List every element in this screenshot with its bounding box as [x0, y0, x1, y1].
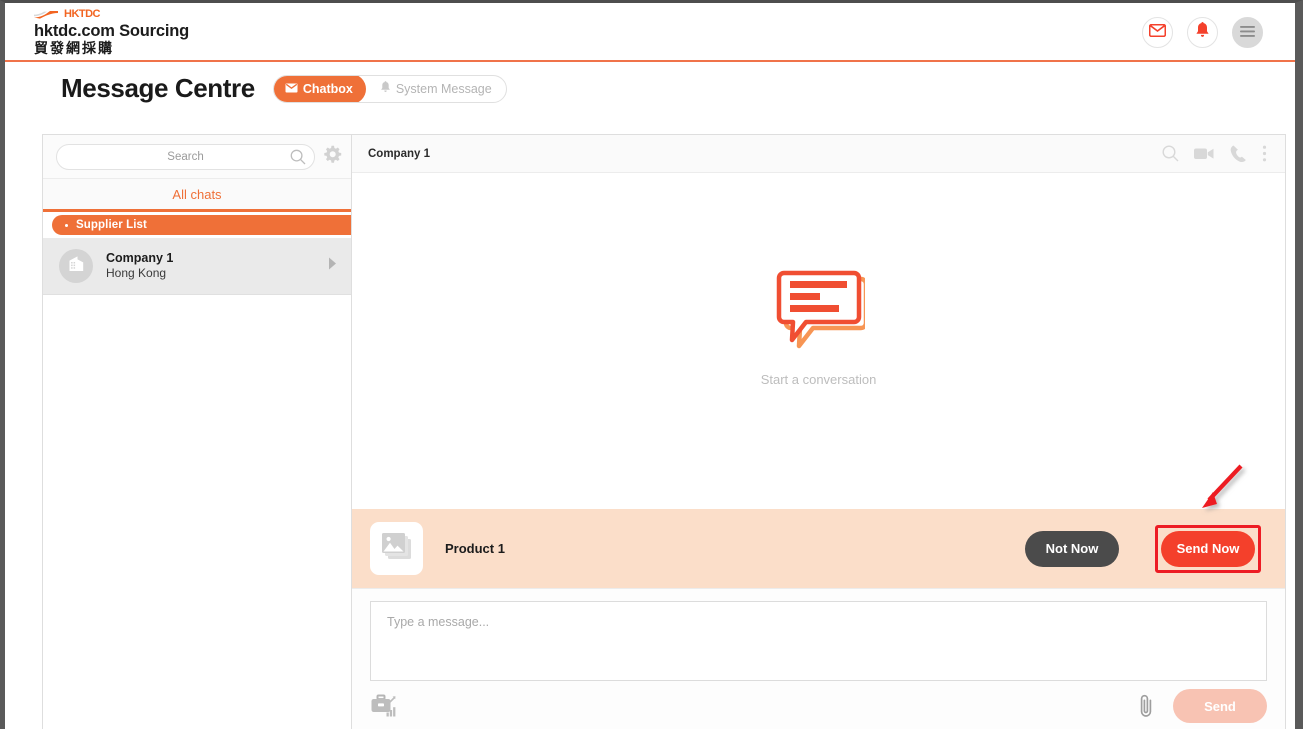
tab-chatbox-label: Chatbox	[302, 81, 353, 96]
image-stack-icon	[380, 530, 414, 567]
chat-list: Company 1 Hong Kong	[43, 238, 351, 729]
list-item[interactable]: Company 1 Hong Kong	[43, 238, 351, 295]
hktdc-logo: HKTDC	[34, 8, 189, 20]
bell-icon	[380, 81, 391, 96]
send-now-button[interactable]: Send Now	[1161, 530, 1255, 567]
message-type-toggle: Chatbox System Message	[272, 74, 507, 103]
conversation-body: Start a conversation	[352, 173, 1285, 509]
gear-icon[interactable]	[323, 145, 342, 169]
search-icon[interactable]	[1162, 145, 1179, 162]
message-composer: Type a message... Send	[352, 588, 1285, 729]
building-icon	[67, 255, 86, 277]
composer-toolbar: Send	[370, 681, 1267, 729]
envelope-icon	[285, 82, 298, 96]
menu-icon	[1240, 24, 1255, 42]
avatar	[59, 249, 93, 283]
product-thumbnail	[370, 522, 423, 575]
send-button[interactable]: Send	[1173, 689, 1267, 723]
all-chats-label: All chats	[172, 186, 222, 202]
video-camera-icon[interactable]	[1194, 147, 1215, 160]
tab-system-message-label: System Message	[395, 81, 492, 96]
conversation-actions	[1162, 145, 1267, 163]
mail-button[interactable]	[1142, 17, 1173, 48]
chat-company-name: Company 1	[106, 250, 174, 265]
message-input[interactable]: Type a message...	[370, 601, 1267, 681]
conversation-header: Company 1	[352, 135, 1285, 173]
supplier-list-label: Supplier List	[76, 219, 147, 231]
search-box[interactable]	[56, 143, 315, 170]
message-centre-frame: All chats Supplier List	[42, 134, 1286, 729]
bell-icon	[1195, 21, 1210, 44]
conversation-panel: Company 1 Start a conversation Product 1…	[352, 135, 1285, 729]
more-vertical-icon[interactable]	[1262, 145, 1267, 162]
send-now-highlight: Send Now	[1155, 524, 1261, 573]
brand-name: hktdc.com Sourcing	[34, 22, 190, 40]
composer-right-tools: Send	[1138, 689, 1267, 723]
phone-icon[interactable]	[1230, 145, 1247, 163]
page-title: Message Centre	[61, 73, 255, 103]
site-header: HKTDC hktdc.com Sourcing 貿發網採購	[5, 3, 1295, 62]
chat-bubble-icon	[773, 270, 868, 359]
briefcase-chart-icon[interactable]	[370, 693, 398, 719]
app-window: HKTDC hktdc.com Sourcing 貿發網採購 Message C…	[0, 0, 1303, 729]
page-title-row: Message Centre Chatbox System Message	[5, 73, 507, 104]
supplier-list-group[interactable]: Supplier List	[52, 215, 351, 235]
header-actions	[1142, 17, 1263, 48]
hktdc-swoosh-icon	[34, 10, 60, 19]
brand-logo[interactable]: HKTDC hktdc.com Sourcing 貿發網採購	[34, 8, 189, 57]
tab-chatbox[interactable]: Chatbox	[273, 75, 366, 102]
sidebar-tab-all-chats[interactable]: All chats	[43, 179, 351, 212]
product-suggestion-bar: Product 1 Not Now Send Now	[352, 464, 1285, 588]
chevron-right-icon[interactable]	[328, 257, 337, 275]
product-name: Product 1	[445, 541, 505, 556]
menu-button[interactable]	[1232, 17, 1263, 48]
hktdc-wordmark: HKTDC	[64, 7, 101, 20]
composer-left-tools	[370, 693, 1138, 719]
mail-icon	[1148, 23, 1167, 42]
chat-sidebar: All chats Supplier List	[43, 135, 352, 729]
bullet-icon	[65, 223, 68, 227]
chat-company-location: Hong Kong	[106, 266, 167, 281]
not-now-button[interactable]: Not Now	[1025, 530, 1119, 567]
paperclip-icon[interactable]	[1138, 693, 1155, 719]
search-input[interactable]	[67, 149, 304, 164]
empty-state: Start a conversation	[760, 267, 877, 387]
brand-name-chinese: 貿發網採購	[34, 40, 114, 56]
conversation-title: Company 1	[368, 147, 430, 160]
notifications-button[interactable]	[1187, 17, 1218, 48]
tab-system-message[interactable]: System Message	[366, 76, 506, 102]
supplier-group-wrap: Supplier List	[43, 212, 351, 238]
list-item-text: Company 1 Hong Kong	[106, 251, 315, 282]
search-icon	[290, 149, 306, 170]
sidebar-search-row	[43, 135, 351, 179]
empty-state-caption: Start a conversation	[760, 372, 877, 387]
